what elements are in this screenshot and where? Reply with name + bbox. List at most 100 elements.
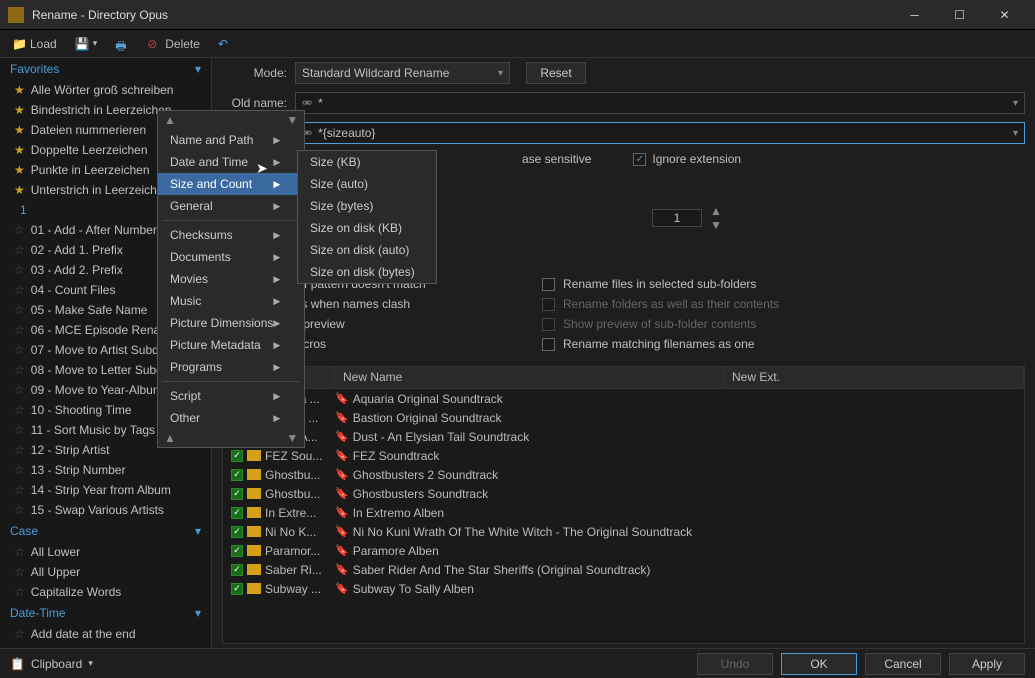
oldname-input[interactable]: ⚮ * ▾ xyxy=(295,92,1025,114)
favorites-section[interactable]: Favorites▾ xyxy=(0,58,211,80)
favorite-item[interactable]: ★Alle Wörter groß schreiben xyxy=(0,80,211,100)
menu-scroll-down[interactable]: ▼ xyxy=(286,431,298,445)
spinner-up[interactable]: ▲ xyxy=(710,204,722,218)
apply-button[interactable]: Apply xyxy=(949,653,1025,675)
row-checkbox[interactable]: ✓ xyxy=(231,469,243,481)
table-row[interactable]: ✓Ghostbu...🔖Ghostbusters Soundtrack xyxy=(223,484,1024,503)
star-icon: ☆ xyxy=(14,463,25,477)
preset-item[interactable]: ☆Add date at the end xyxy=(0,624,211,644)
rename-matching-checkbox[interactable] xyxy=(542,338,555,351)
show-preview-label: Show preview of sub-folder contents xyxy=(563,317,756,331)
menu-item[interactable]: Picture Metadata▶ xyxy=(158,334,304,356)
mode-label: Mode: xyxy=(222,66,287,80)
rename-matching-label: Rename matching filenames as one xyxy=(563,337,754,351)
mode-dropdown[interactable]: Standard Wildcard Rename▾ xyxy=(295,62,510,84)
menu-item[interactable]: Date and Time▶ xyxy=(158,151,304,173)
load-button[interactable]: 📁Load xyxy=(6,35,63,53)
save-button[interactable]: 💾▾ xyxy=(69,35,104,53)
table-row[interactable]: ✓Aquaria ...🔖Aquaria Original Soundtrack xyxy=(223,389,1024,408)
menu-item[interactable]: General▶ xyxy=(158,195,304,217)
delete-button[interactable]: ⊘Delete xyxy=(141,35,206,53)
row-checkbox[interactable]: ✓ xyxy=(231,488,243,500)
folder-icon xyxy=(247,450,261,461)
submenu-item[interactable]: Size (bytes) xyxy=(298,195,436,217)
table-row[interactable]: ✓Paramor...🔖Paramore Alben xyxy=(223,541,1024,560)
case-sensitive-label: ase sensitive xyxy=(522,152,591,166)
menu-item[interactable]: Picture Dimensions▶ xyxy=(158,312,304,334)
tag-icon: 🔖 xyxy=(335,563,349,576)
newname-input[interactable]: ⚮ *{sizeauto} ▾ xyxy=(295,122,1025,144)
menu-scroll-up[interactable]: ▲ xyxy=(164,431,176,445)
star-icon: ★ xyxy=(14,143,25,157)
table-row[interactable]: ✓Saber Ri...🔖Saber Rider And The Star Sh… xyxy=(223,560,1024,579)
menu-item[interactable]: Size and Count▶ xyxy=(158,173,304,195)
row-checkbox[interactable]: ✓ xyxy=(231,583,243,595)
submenu-item[interactable]: Size (KB) xyxy=(298,151,436,173)
datetime-section[interactable]: Date-Time▾ xyxy=(0,602,211,624)
preset-item[interactable]: ☆All Lower xyxy=(0,542,211,562)
star-icon: ☆ xyxy=(14,503,25,517)
submenu-arrow-icon: ▶ xyxy=(273,296,280,307)
ignore-ext-checkbox[interactable] xyxy=(633,153,646,166)
menu-item[interactable]: Other▶ xyxy=(158,407,304,429)
menu-scroll-down[interactable]: ▼ xyxy=(286,113,298,127)
table-row[interactable]: ✓Dust - A...🔖Dust - An Elysian Tail Soun… xyxy=(223,427,1024,446)
row-checkbox[interactable]: ✓ xyxy=(231,526,243,538)
close-button[interactable]: ✕ xyxy=(982,1,1027,29)
folder-icon xyxy=(247,564,261,575)
row-checkbox[interactable]: ✓ xyxy=(231,450,243,462)
submenu-item[interactable]: Size on disk (auto) xyxy=(298,239,436,261)
star-icon: ☆ xyxy=(14,483,25,497)
clipboard-button[interactable]: 📋 Clipboard ▾ xyxy=(10,657,93,671)
menu-scroll-up[interactable]: ▲ xyxy=(164,113,176,127)
print-button[interactable]: 🖶 xyxy=(109,35,135,53)
preset-item[interactable]: ☆14 - Strip Year from Album xyxy=(0,480,211,500)
table-row[interactable]: ✓Subway ...🔖Subway To Sally Alben xyxy=(223,579,1024,598)
table-row[interactable]: ✓In Extre...🔖In Extremo Alben xyxy=(223,503,1024,522)
menu-item[interactable]: Script▶ xyxy=(158,385,304,407)
row-checkbox[interactable]: ✓ xyxy=(231,545,243,557)
menu-item[interactable]: Documents▶ xyxy=(158,246,304,268)
preset-item[interactable]: ☆15 - Swap Various Artists xyxy=(0,500,211,520)
cancel-button[interactable]: Cancel xyxy=(865,653,941,675)
chevron-down-icon: ▾ xyxy=(195,606,201,620)
preset-item[interactable]: ☆13 - Strip Number xyxy=(0,460,211,480)
maximize-button[interactable]: ☐ xyxy=(937,1,982,29)
submenu-item[interactable]: Size on disk (KB) xyxy=(298,217,436,239)
menu-item[interactable]: Programs▶ xyxy=(158,356,304,378)
titlebar: Rename - Directory Opus ─ ☐ ✕ xyxy=(0,0,1035,30)
spinner-down[interactable]: ▼ xyxy=(710,218,722,232)
table-row[interactable]: ✓Ghostbu...🔖Ghostbusters 2 Soundtrack xyxy=(223,465,1024,484)
star-icon: ☆ xyxy=(14,223,25,237)
col-newname[interactable]: New Name xyxy=(335,367,724,388)
submenu-item[interactable]: Size on disk (bytes) xyxy=(298,261,436,283)
chevron-down-icon: ▾ xyxy=(1013,128,1018,139)
menu-item[interactable]: Music▶ xyxy=(158,290,304,312)
row-checkbox[interactable]: ✓ xyxy=(231,564,243,576)
ok-button[interactable]: OK xyxy=(781,653,857,675)
delete-icon: ⊘ xyxy=(147,37,161,51)
menu-item[interactable]: Checksums▶ xyxy=(158,224,304,246)
number-spinner[interactable]: 1 xyxy=(652,209,702,227)
star-icon: ☆ xyxy=(14,403,25,417)
submenu-item[interactable]: Size (auto) xyxy=(298,173,436,195)
preset-item[interactable]: ☆All Upper xyxy=(0,562,211,582)
preset-item[interactable]: ☆Capitalize Words xyxy=(0,582,211,602)
table-row[interactable]: ✓Bastion ...🔖Bastion Original Soundtrack xyxy=(223,408,1024,427)
submenu-arrow-icon: ▶ xyxy=(273,252,280,263)
col-newext[interactable]: New Ext. xyxy=(724,367,1024,388)
case-section[interactable]: Case▾ xyxy=(0,520,211,542)
folder-icon xyxy=(247,526,261,537)
reset-button[interactable]: Reset xyxy=(526,62,586,84)
minimize-button[interactable]: ─ xyxy=(892,1,937,29)
preset-item[interactable]: ☆Add date in beginning xyxy=(0,644,211,648)
window-title: Rename - Directory Opus xyxy=(32,8,892,22)
table-row[interactable]: ✓FEZ Sou...🔖FEZ Soundtrack xyxy=(223,446,1024,465)
menu-item[interactable]: Movies▶ xyxy=(158,268,304,290)
row-checkbox[interactable]: ✓ xyxy=(231,507,243,519)
star-icon: ☆ xyxy=(14,545,25,559)
rename-sub-checkbox[interactable] xyxy=(542,278,555,291)
undo-button[interactable]: ↶ xyxy=(212,35,238,53)
table-row[interactable]: ✓Ni No K...🔖Ni No Kuni Wrath Of The Whit… xyxy=(223,522,1024,541)
menu-item[interactable]: Name and Path▶ xyxy=(158,129,304,151)
